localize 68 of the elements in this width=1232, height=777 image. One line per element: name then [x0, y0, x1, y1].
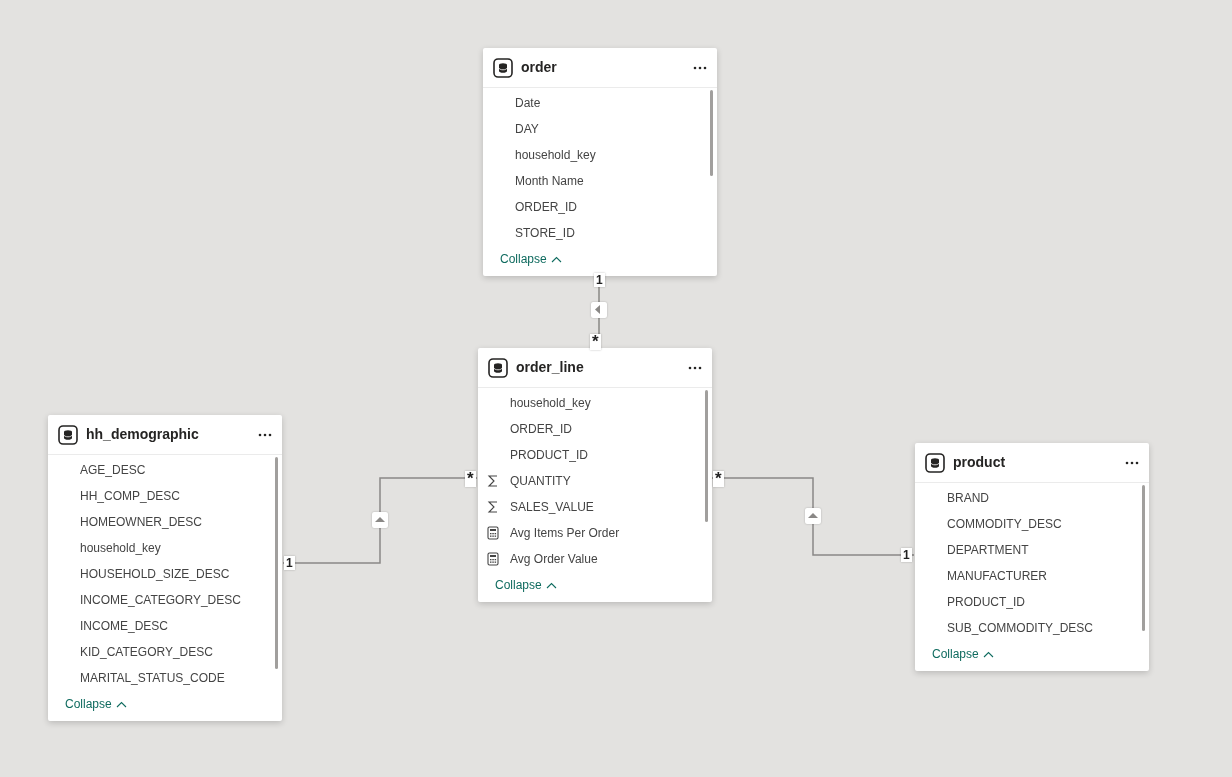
field-name[interactable]: HH_COMP_DESC — [80, 487, 181, 505]
field-name[interactable]: BRAND — [947, 489, 989, 507]
field-name[interactable]: PRODUCT_ID — [510, 446, 588, 464]
field-name[interactable]: ORDER_ID — [515, 198, 577, 216]
field-name[interactable]: Month Name — [515, 172, 584, 190]
field-name[interactable]: Avg Order Value — [510, 550, 598, 568]
table-card[interactable]: hh_demographic AGE_DESC HH_COMP_DESC HOMEOWNER_DESC household_key HOUSEHOLD_SIZE_DESC INCOME_CATEGORY_DESC INCOME_DESC KID_CATEGORY_DESC MARITAL_STATUS_CODE Collapse — [48, 415, 282, 721]
field-name[interactable]: QUANTITY — [510, 472, 571, 490]
field-name[interactable]: HOMEOWNER_DESC — [80, 513, 202, 531]
cardinality-label: 1 — [284, 556, 295, 570]
more-options-icon[interactable] — [688, 365, 702, 370]
field-name[interactable]: STORE_ID — [515, 224, 575, 242]
field-name[interactable]: SUB_COMMODITY_DESC — [947, 619, 1094, 637]
field-name[interactable]: MARITAL_STATUS_CODE — [80, 669, 225, 687]
calculator-icon — [486, 552, 500, 566]
cardinality-label: * — [713, 471, 724, 487]
field-name[interactable]: HOUSEHOLD_SIZE_DESC — [80, 565, 230, 583]
calculator-icon — [486, 526, 500, 540]
field-name[interactable]: SALES_VALUE — [510, 498, 594, 516]
chevron-up-icon — [982, 650, 994, 658]
more-options-icon[interactable] — [693, 65, 707, 70]
table-title: order_line — [516, 358, 585, 377]
chevron-up-icon — [115, 700, 127, 708]
table-icon — [58, 424, 78, 445]
sigma-icon — [486, 500, 500, 514]
field-name[interactable]: DAY — [515, 120, 539, 138]
table-title: hh_demographic — [86, 425, 200, 444]
table-card[interactable]: order Date DAY household_key Month Name ORDER_ID STORE_ID Collapse — [483, 48, 717, 276]
field-name[interactable]: INCOME_DESC — [80, 617, 168, 635]
more-options-icon[interactable] — [258, 432, 272, 437]
field-name[interactable]: ORDER_ID — [510, 420, 572, 438]
chevron-up-icon — [545, 581, 557, 589]
field-name[interactable]: Avg Items Per Order — [510, 524, 620, 542]
table-icon — [488, 357, 508, 378]
cardinality-label: 1 — [594, 273, 605, 287]
table-card[interactable]: product BRAND COMMODITY_DESC DEPARTMENT MANUFACTURER PRODUCT_ID SUB_COMMODITY_DESC Collapse — [915, 443, 1149, 671]
field-name[interactable]: COMMODITY_DESC — [947, 515, 1062, 533]
scrollbar[interactable] — [705, 390, 708, 522]
collapse-link[interactable]: Collapse — [500, 250, 562, 268]
collapse-link[interactable]: Collapse — [65, 695, 127, 713]
table-title: product — [953, 453, 1007, 472]
field-name[interactable]: MANUFACTURER — [947, 567, 1047, 585]
field-name[interactable]: household_key — [510, 394, 591, 412]
collapse-link[interactable]: Collapse — [932, 645, 994, 663]
field-name[interactable]: household_key — [80, 539, 161, 557]
more-options-icon[interactable] — [1125, 460, 1139, 465]
filter-direction-icon — [372, 512, 388, 528]
cardinality-label: * — [465, 471, 476, 487]
field-name[interactable]: household_key — [515, 146, 596, 164]
scrollbar[interactable] — [1142, 485, 1145, 631]
field-name[interactable]: AGE_DESC — [80, 461, 146, 479]
table-card[interactable]: order_line household_key ORDER_ID PRODUCT_ID QUANTITY SALES_VALUE Avg Items Per Order Avg Order Value Collapse — [478, 348, 712, 602]
field-name[interactable]: PRODUCT_ID — [947, 593, 1025, 611]
field-name[interactable]: KID_CATEGORY_DESC — [80, 643, 213, 661]
chevron-up-icon — [550, 255, 562, 263]
cardinality-label: 1 — [901, 548, 912, 562]
cardinality-label: * — [590, 334, 601, 350]
table-title: order — [521, 58, 558, 77]
table-icon — [493, 57, 513, 78]
field-name[interactable]: INCOME_CATEGORY_DESC — [80, 591, 241, 609]
table-icon — [925, 452, 945, 473]
field-name[interactable]: DEPARTMENT — [947, 541, 1029, 559]
field-name[interactable]: Date — [515, 94, 541, 112]
filter-direction-icon — [805, 508, 821, 524]
scrollbar[interactable] — [710, 90, 713, 176]
sigma-icon — [486, 474, 500, 488]
collapse-link[interactable]: Collapse — [495, 576, 557, 594]
scrollbar[interactable] — [275, 457, 278, 669]
